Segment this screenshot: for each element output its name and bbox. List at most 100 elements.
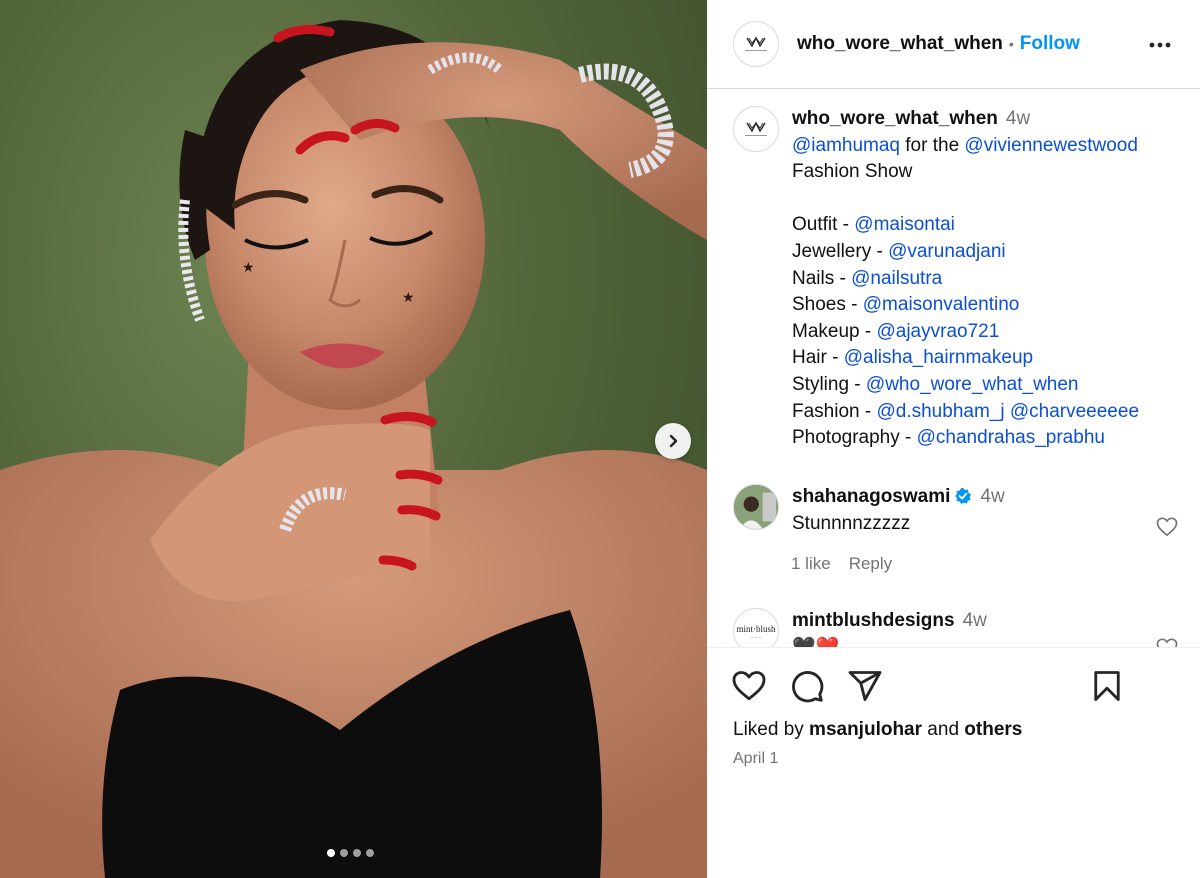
heart-icon — [1156, 517, 1178, 537]
caption-text: for the — [900, 134, 965, 156]
credit-label: Makeup - — [792, 320, 877, 342]
comment-icon — [792, 671, 824, 703]
more-options-icon — [1149, 42, 1171, 48]
comment-meta: 1 like Reply — [791, 554, 892, 574]
credit-line: Photography - @chandrahas_prabhu — [792, 425, 1182, 452]
comment-item: mint·blush ~ ~ ~ mintblushdesigns 4w 🖤❤️ — [733, 608, 1182, 647]
brand-logo-icon — [745, 36, 767, 51]
credit-line: Hair - @alisha_hairnmakeup — [792, 345, 1182, 372]
brand-logo-icon — [745, 121, 767, 136]
mention-link[interactable]: @charveeeeee — [1010, 401, 1139, 422]
actions-divider — [707, 647, 1200, 648]
svg-text:~ ~ ~: ~ ~ ~ — [751, 636, 762, 641]
profile-photo-icon — [734, 485, 778, 529]
next-arrow-icon — [669, 434, 678, 448]
carousel-dot — [327, 849, 335, 857]
post-details-panel: who_wore_what_when • Follow who_wore_wha… — [707, 0, 1200, 878]
svg-text:mint·blush: mint·blush — [736, 624, 776, 634]
credit-label: Fashion - — [792, 400, 877, 422]
verified-icon — [955, 488, 972, 504]
comment-time: 4w — [962, 610, 987, 631]
credit-label: Nails - — [792, 267, 852, 289]
mention-link[interactable]: @alisha_hairnmakeup — [844, 347, 1033, 368]
caption-body: who_wore_what_when 4w @iamhumaq for the @… — [792, 106, 1182, 452]
commenter-username[interactable]: mintblushdesigns — [792, 610, 955, 631]
share-icon — [848, 671, 882, 701]
caption-text: Fashion Show — [792, 161, 913, 183]
liked-by-user[interactable]: msanjulohar — [809, 719, 922, 740]
post-header: who_wore_what_when • Follow — [707, 0, 1200, 89]
comment-text: Stunnnnzzzzz — [792, 512, 911, 534]
carousel-dot — [340, 849, 348, 857]
carousel-dot — [366, 849, 374, 857]
heart-icon — [1156, 638, 1178, 647]
more-options-button[interactable] — [1148, 33, 1172, 62]
separator-dot: • — [1008, 36, 1014, 52]
caption-username[interactable]: who_wore_what_when — [792, 108, 998, 129]
credit-label: Hair - — [792, 347, 844, 369]
carousel-indicator — [327, 849, 374, 857]
comment-likes-count[interactable]: 1 like — [791, 554, 831, 574]
author-avatar[interactable] — [733, 21, 779, 67]
comment-time: 4w — [980, 486, 1005, 507]
liked-by: Liked by msanjulohar and others — [733, 719, 1022, 741]
follow-button[interactable]: Follow — [1020, 33, 1080, 55]
svg-text:★: ★ — [402, 290, 415, 306]
like-icon — [732, 671, 766, 701]
comment-body: mintblushdesigns 4w 🖤❤️ — [792, 608, 1182, 647]
comment-like-button[interactable] — [1156, 638, 1178, 647]
next-photo-button[interactable] — [655, 423, 691, 459]
comment-button[interactable] — [789, 668, 825, 709]
post-actions — [731, 668, 1176, 708]
author-username[interactable]: who_wore_what_when — [797, 33, 1003, 55]
credit-line: Jewellery - @varunadjani — [792, 239, 1182, 266]
comment-body: shahanagoswami 4w Stunnnnzzzzz — [792, 484, 1182, 537]
credit-label: Styling - — [792, 373, 866, 395]
mention-link[interactable]: @nailsutra — [851, 268, 942, 289]
caption-time: 4w — [1005, 108, 1031, 129]
mention-link[interactable]: @ajayvrao721 — [876, 321, 999, 342]
mention-link[interactable]: @chandrahas_prabhu — [917, 427, 1105, 448]
credit-label: Photography - — [792, 427, 917, 449]
carousel-dot — [353, 849, 361, 857]
comment-like-button[interactable] — [1156, 517, 1178, 542]
mention-link[interactable]: @viviennewestwood — [964, 135, 1138, 156]
comment-item: shahanagoswami 4w Stunnnnzzzzz — [733, 484, 1182, 537]
caption-avatar[interactable] — [733, 106, 779, 152]
credit-line: Styling - @who_wore_what_when — [792, 372, 1182, 399]
commenter-username[interactable]: shahanagoswami — [792, 486, 950, 507]
credit-line: Fashion - @d.shubham_j @charveeeeee — [792, 399, 1182, 426]
credit-label: Shoes - — [792, 294, 863, 316]
svg-text:★: ★ — [242, 260, 255, 276]
liked-by-others[interactable]: others — [964, 719, 1022, 740]
credit-line: Outfit - @maisontai — [792, 212, 1182, 239]
comment-text: 🖤❤️ — [792, 635, 1182, 647]
reply-button[interactable]: Reply — [849, 554, 892, 574]
save-icon — [1094, 671, 1120, 701]
liked-by-prefix: Liked by — [733, 719, 810, 740]
credit-line: Nails - @nailsutra — [792, 266, 1182, 293]
share-button[interactable] — [847, 668, 883, 709]
mention-link[interactable]: @d.shubham_j — [876, 401, 1004, 422]
brand-logo-icon: mint·blush ~ ~ ~ — [736, 624, 776, 641]
commenter-avatar[interactable] — [733, 484, 779, 530]
post-date[interactable]: April 1 — [733, 750, 778, 768]
commenter-avatar[interactable]: mint·blush ~ ~ ~ — [733, 608, 779, 647]
mention-link[interactable]: @maisonvalentino — [863, 294, 1020, 315]
liked-by-middle: and — [922, 719, 965, 740]
credit-label: Jewellery - — [792, 240, 889, 262]
like-button[interactable] — [731, 668, 767, 709]
mention-link[interactable]: @maisontai — [854, 214, 955, 235]
credit-line: Makeup - @ajayvrao721 — [792, 319, 1182, 346]
save-button[interactable] — [1089, 668, 1125, 709]
credits-list: Outfit - @maisontai Jewellery - @varunadj… — [792, 212, 1182, 451]
caption: who_wore_what_when 4w @iamhumaq for the @… — [733, 106, 1182, 452]
post-photo[interactable]: ★ ★ — [0, 0, 707, 878]
mention-link[interactable]: @who_wore_what_when — [866, 374, 1079, 395]
comments-section[interactable]: who_wore_what_when 4w @iamhumaq for the @… — [707, 90, 1200, 647]
portrait-image: ★ ★ — [0, 20, 707, 878]
credit-line: Shoes - @maisonvalentino — [792, 292, 1182, 319]
mention-link[interactable]: @iamhumaq — [792, 135, 900, 156]
mention-link[interactable]: @varunadjani — [888, 241, 1006, 262]
